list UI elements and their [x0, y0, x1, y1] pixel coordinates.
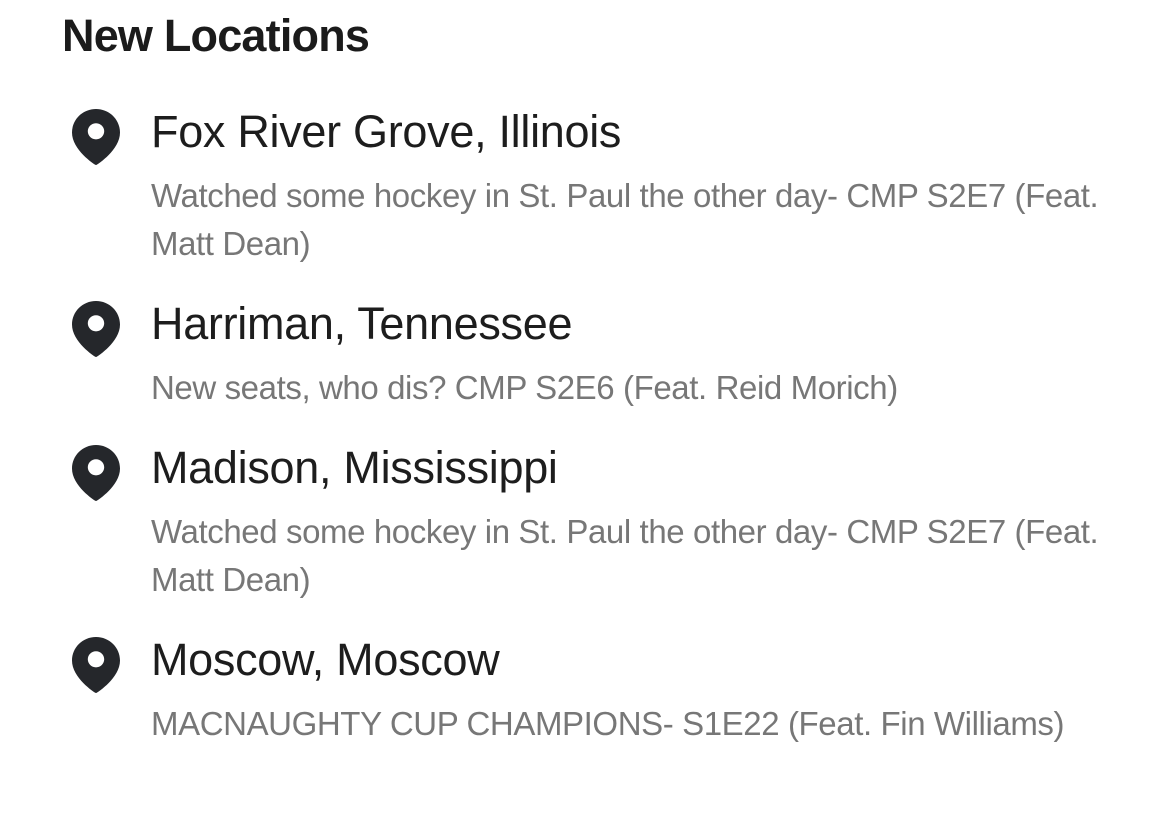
location-list: Fox River Grove, Illinois Watched some h…: [0, 0, 1170, 827]
map-pin-icon: [68, 106, 124, 168]
location-name: Fox River Grove, Illinois: [151, 106, 622, 157]
map-pin-icon: [68, 442, 124, 504]
location-description: Watched some hockey in St. Paul the othe…: [151, 513, 1099, 598]
location-name: Madison, Mississippi: [151, 442, 558, 493]
location-name: Harriman, Tennessee: [151, 298, 573, 349]
location-description: MACNAUGHTY CUP CHAMPIONS- S1E22 (Feat. F…: [151, 705, 1065, 742]
map-pin-icon: [68, 298, 124, 360]
location-name: Moscow, Moscow: [151, 634, 500, 685]
location-description: New seats, who dis? CMP S2E6 (Feat. Reid…: [151, 369, 898, 406]
location-description: Watched some hockey in St. Paul the othe…: [151, 177, 1099, 262]
map-pin-icon: [68, 634, 124, 696]
new-locations-screen: New Locations Fox River Grove, Illinois …: [0, 0, 1170, 827]
